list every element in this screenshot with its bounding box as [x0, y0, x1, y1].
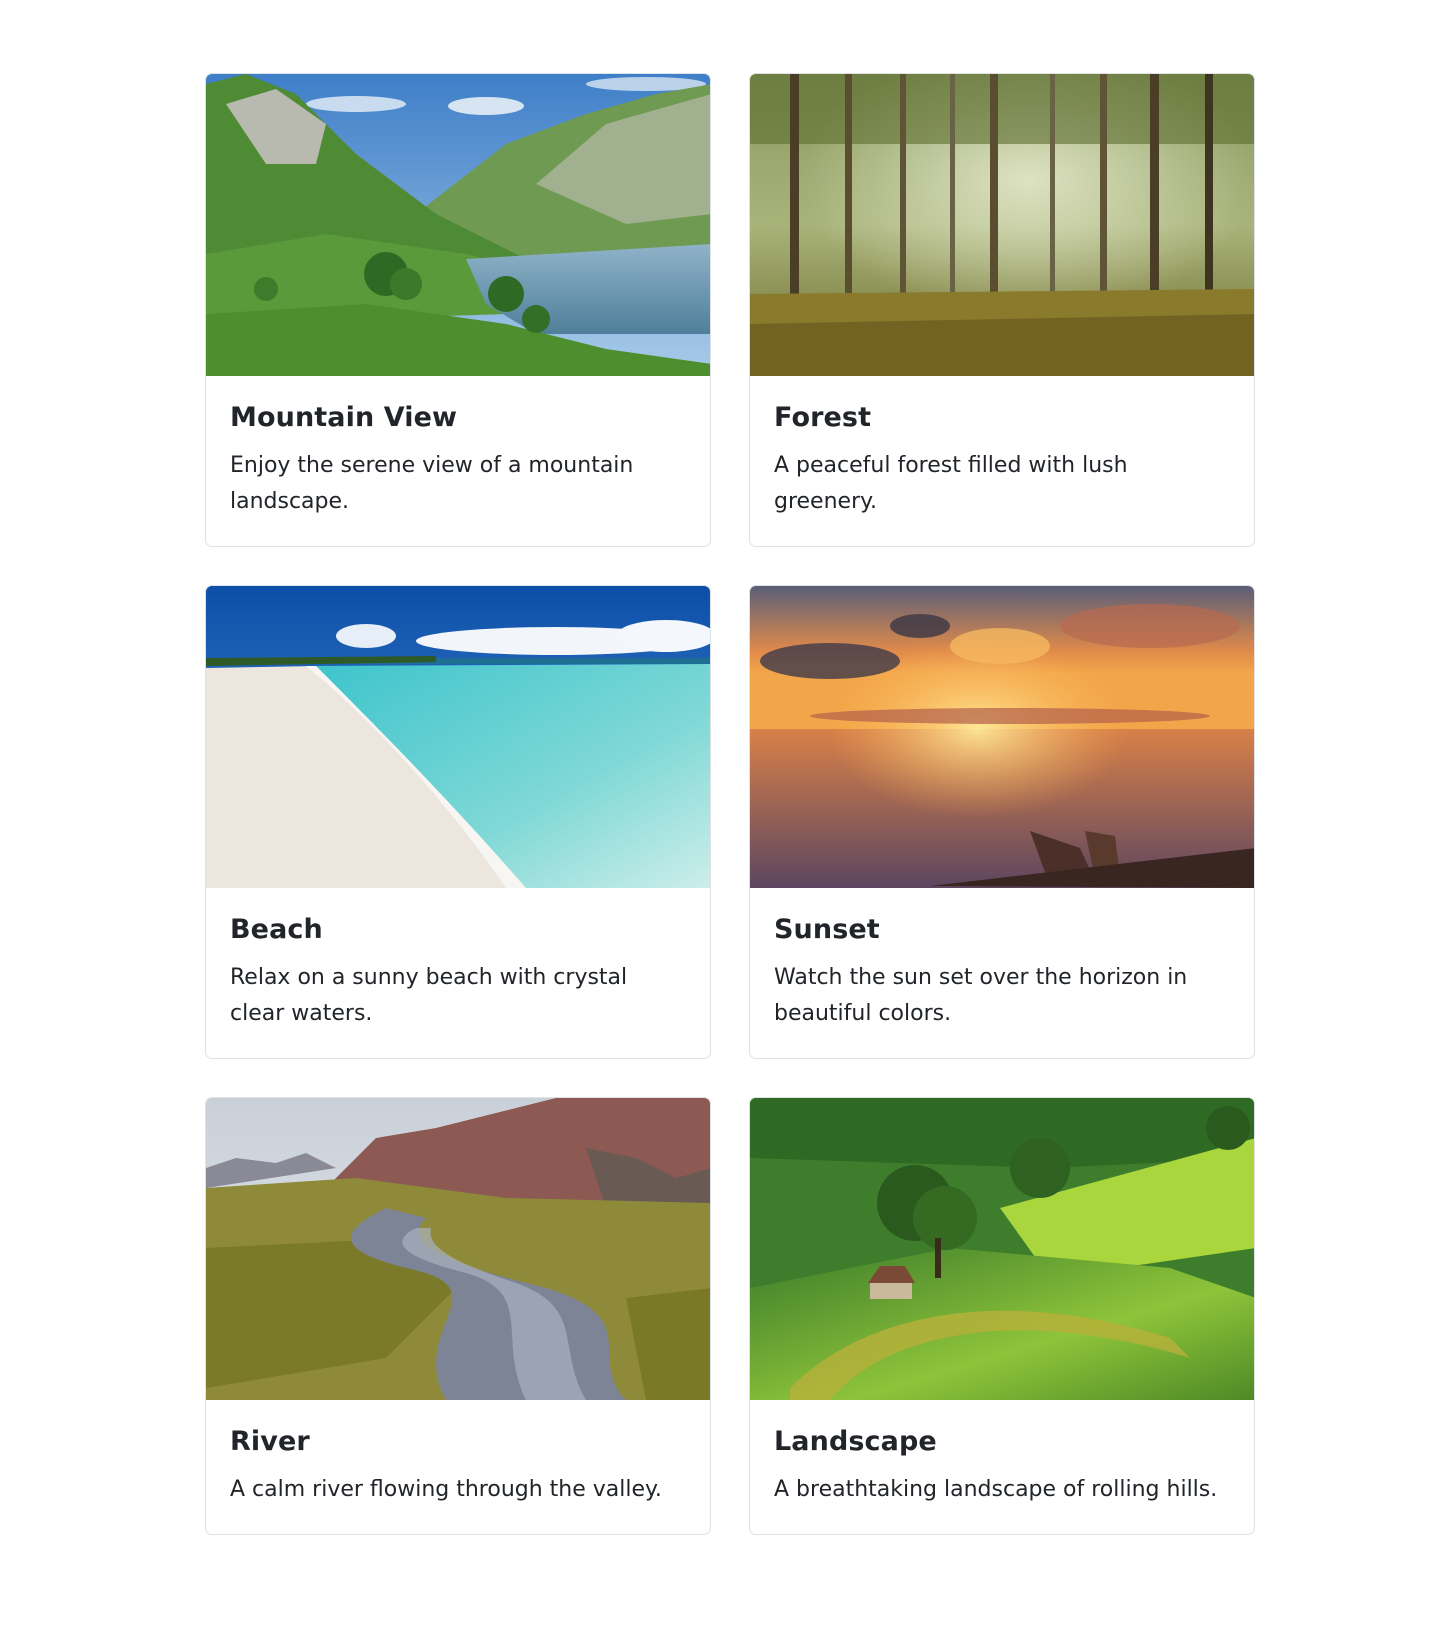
card-grid: Mountain View Enjoy the serene view of a…	[205, 73, 1255, 1535]
card-description: A calm river flowing through the valley.	[230, 1477, 662, 1502]
beach-photo	[206, 586, 710, 888]
card-title: Sunset	[774, 914, 880, 945]
card-beach: Beach Relax on a sunny beach with crysta…	[205, 585, 711, 1059]
card-title: Mountain View	[230, 402, 458, 433]
landscape-photo	[750, 1098, 1254, 1400]
card-mountain-view: Mountain View Enjoy the serene view of a…	[205, 73, 711, 547]
card-description: A breathtaking landscape of rolling hill…	[774, 1477, 1218, 1502]
card-forest: Forest A peaceful forest filled with lus…	[749, 73, 1255, 547]
card-title: Forest	[774, 402, 872, 433]
card-sunset: Sunset Watch the sun set over the horizo…	[749, 585, 1255, 1059]
card-title: Beach	[230, 914, 323, 945]
card-title: River	[230, 1426, 310, 1457]
forest-photo	[750, 74, 1254, 376]
card-description: Relax on a sunny beach with crystal clea…	[230, 965, 628, 1026]
card-description: A peaceful forest filled with lush green…	[774, 453, 1128, 514]
card-title: Landscape	[774, 1426, 937, 1457]
sunset-photo	[750, 586, 1254, 888]
card-landscape: Landscape A breathtaking landscape of ro…	[749, 1097, 1255, 1535]
card-description: Enjoy the serene view of a mountain land…	[230, 453, 634, 514]
mountain-lake-photo	[206, 74, 710, 376]
card-description: Watch the sun set over the horizon in be…	[774, 965, 1188, 1026]
river-photo	[206, 1098, 710, 1400]
card-river: River A calm river flowing through the v…	[205, 1097, 711, 1535]
